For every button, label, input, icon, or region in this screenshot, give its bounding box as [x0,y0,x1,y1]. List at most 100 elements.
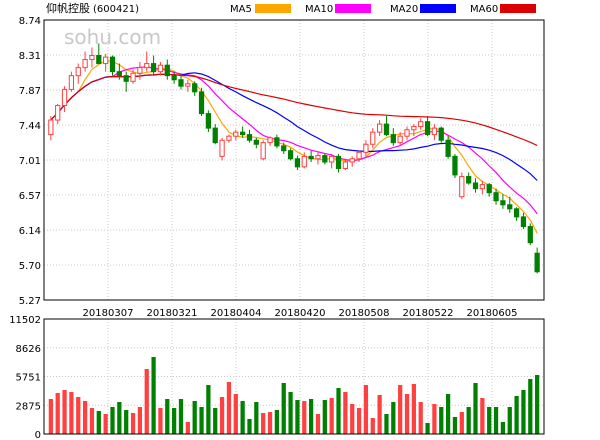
volume-bar [302,401,307,434]
volume-bar [377,395,382,434]
candle [260,140,266,161]
candle [390,128,396,146]
date-tick-label: 20180522 [403,308,454,319]
candle-body [459,176,465,198]
candle [75,63,81,84]
candle-body [130,72,136,82]
volume-bar [418,402,423,434]
volume-bar [62,390,67,434]
candle-body [356,151,362,160]
volume-bar [309,399,314,434]
price-tick-label: 7.44 [19,121,41,132]
candle [192,81,198,96]
candle-body [418,121,424,128]
candle-body [185,83,191,87]
volume-bar [89,408,95,434]
volume-bar [219,397,225,434]
axes [43,19,545,435]
stock-code: (600421) [93,4,139,15]
candle-body [240,131,246,136]
volume-bar [487,407,492,434]
volume-bar [445,394,451,434]
volume-axis-labels: 11502 8626 5751 2875 0 [9,315,41,440]
candle [404,126,410,141]
volume-bar [172,408,177,434]
candle [500,194,506,209]
date-tick-label: 20180321 [147,308,198,319]
volume-bar [295,400,300,434]
candle-body [349,158,355,163]
candle-body [150,63,157,73]
candle-body [260,142,266,160]
candle-body [233,131,239,137]
candle-body [329,155,335,163]
candle-body [192,83,198,93]
candle-body [116,71,122,77]
volume-bar [459,412,464,434]
candle [178,75,184,90]
candle-body [322,155,328,163]
candle [123,71,129,92]
legend: MA5 MA10 MA20 MA60 [230,4,536,15]
volume-tick-label: 2875 [16,401,41,412]
candle-body [472,182,479,190]
candle [376,120,383,137]
candle-body [109,56,116,73]
volume-tick-label: 5751 [16,373,41,384]
candle [240,126,246,138]
candle [274,134,280,149]
volume-bar [69,392,74,434]
volume-bar [274,410,279,434]
candle-body [103,56,109,65]
candle-body [376,123,383,133]
legend-label-ma20: MA20 [390,4,418,15]
candle-body [274,137,280,147]
volume-bar [500,422,506,434]
candle-body [68,75,75,90]
candle-body [404,129,410,137]
price-tick-label: 7.87 [19,86,41,97]
volume-bar [137,407,143,434]
stock-name: 仰帆控股 [46,1,90,15]
candle [472,178,479,193]
candle-body [507,204,513,210]
volume-bar [363,385,369,434]
candle-body [390,134,396,144]
candle-body [438,127,444,141]
legend-swatch-ma5 [255,4,291,13]
volume-bar [55,393,60,434]
legend-label-ma5: MA5 [230,4,252,15]
volume-bar [178,399,184,434]
volume-bar [117,402,122,434]
candle [370,128,376,149]
volume-bar [493,407,499,434]
candle [349,156,355,167]
volume-bar [343,392,348,434]
candle [363,140,369,157]
candle [308,150,314,163]
volume-bar [206,385,211,434]
candle [171,71,177,84]
volume-bar [322,400,327,434]
candle-body [205,113,212,129]
volume-bar [432,404,437,434]
candle [459,172,465,200]
candle [103,53,109,72]
volume-bar [281,383,286,434]
candle [438,126,444,143]
candle-body [253,139,259,145]
volume-tick-label: 11502 [9,315,41,326]
candle [431,124,438,141]
candle-body [164,64,170,77]
candle-body [411,126,417,131]
candle [150,55,157,76]
volume-bar [76,397,81,434]
candle [205,110,212,133]
candle [294,155,301,171]
candle-body [486,184,492,194]
volume-bar [473,383,478,434]
candle-body [157,64,164,73]
candle-body [301,155,307,168]
volume-bar [130,413,136,434]
candle-body [137,67,143,74]
